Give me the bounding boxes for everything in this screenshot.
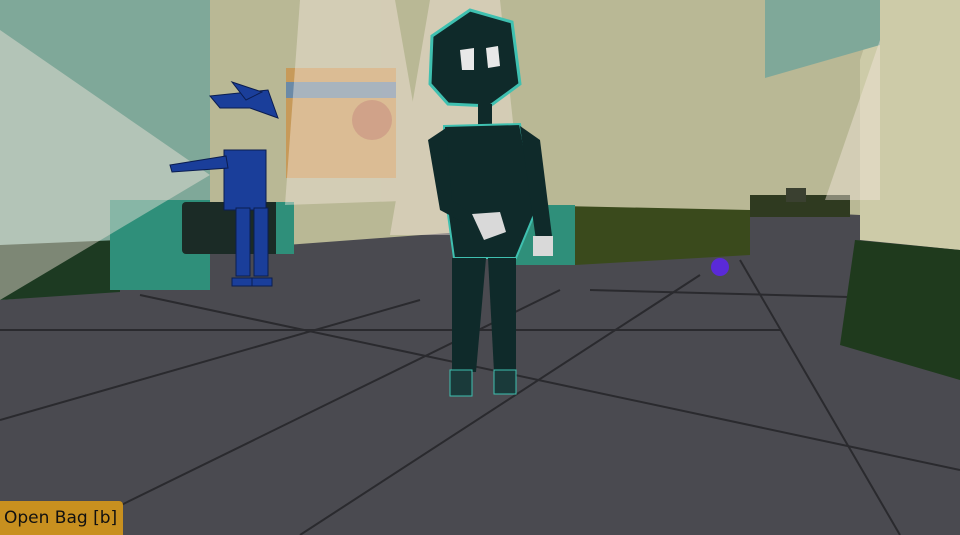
couch-arm <box>276 202 294 254</box>
open-bag-button[interactable]: Open Bag [b] <box>0 501 124 535</box>
monitor-prop <box>786 188 806 202</box>
waypoint-marker[interactable] <box>711 258 729 276</box>
game-viewport[interactable] <box>0 0 960 535</box>
